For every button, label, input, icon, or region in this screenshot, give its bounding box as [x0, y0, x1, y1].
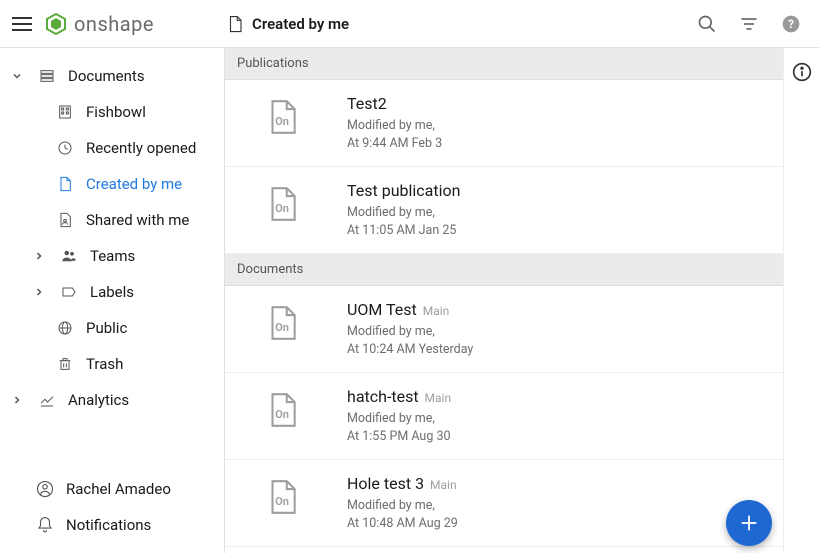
- document-thumbnail-icon: On: [237, 474, 327, 516]
- document-icon: [226, 15, 244, 33]
- clock-icon: [56, 140, 74, 156]
- item-meta: Modified by me, At 11:05 AM Jan 25: [347, 204, 771, 239]
- search-icon[interactable]: [697, 14, 717, 34]
- sidebar-item-notifications[interactable]: Notifications: [0, 507, 224, 543]
- svg-text:?: ?: [788, 17, 794, 31]
- svg-text:On: On: [275, 115, 289, 128]
- list-item[interactable]: On Dihedral test Main: [225, 547, 783, 553]
- teams-icon: [60, 247, 78, 265]
- sidebar-item-created-by-me[interactable]: Created by me: [0, 166, 224, 202]
- breadcrumb: Created by me: [226, 15, 349, 33]
- sidebar-item-teams[interactable]: Teams: [0, 238, 224, 274]
- details-rail: [783, 48, 819, 553]
- bell-icon: [36, 516, 54, 534]
- brand-name: onshape: [74, 12, 154, 36]
- svg-text:On: On: [275, 408, 289, 421]
- item-title: Test publication: [347, 181, 771, 200]
- list-item[interactable]: On Hole test 3 Main Modified by me, At 1…: [225, 460, 783, 547]
- documents-icon: [38, 68, 56, 84]
- document-icon: [56, 176, 74, 192]
- help-icon[interactable]: ?: [781, 14, 801, 34]
- chevron-down-icon: [8, 70, 26, 82]
- sidebar-label: Documents: [68, 67, 145, 85]
- user-name: Rachel Amadeo: [66, 480, 171, 498]
- chevron-right-icon: [30, 250, 48, 262]
- list-item[interactable]: On Test2 Modified by me, At 9:44 AM Feb …: [225, 80, 783, 167]
- section-header: Documents: [225, 254, 783, 286]
- analytics-icon: [38, 392, 56, 408]
- trash-icon: [56, 356, 74, 372]
- sidebar-label: Trash: [86, 355, 123, 373]
- create-button[interactable]: [726, 500, 772, 546]
- sidebar-item-analytics[interactable]: Analytics: [0, 382, 224, 418]
- shared-icon: [56, 212, 74, 228]
- document-thumbnail-icon: On: [237, 181, 327, 223]
- logo[interactable]: onshape: [44, 12, 154, 36]
- sidebar-item-fishbowl[interactable]: Fishbowl: [0, 94, 224, 130]
- sidebar-item-public[interactable]: Public: [0, 310, 224, 346]
- document-thumbnail-icon: On: [237, 387, 327, 429]
- svg-text:On: On: [275, 202, 289, 215]
- sidebar-label: Shared with me: [86, 211, 189, 229]
- document-thumbnail-icon: On: [237, 300, 327, 342]
- item-branch: Main: [423, 304, 450, 318]
- plus-icon: [738, 512, 760, 534]
- menu-icon[interactable]: [12, 13, 32, 35]
- list-item[interactable]: On hatch-test Main Modified by me, At 1:…: [225, 373, 783, 460]
- page-title: Created by me: [252, 15, 349, 33]
- label-icon: [60, 284, 78, 300]
- sidebar-label: Created by me: [86, 175, 182, 193]
- section-header: Publications: [225, 48, 783, 80]
- user-icon: [36, 480, 54, 498]
- sidebar-label: Labels: [90, 283, 134, 301]
- sidebar-label: Fishbowl: [86, 103, 146, 121]
- sidebar-item-trash[interactable]: Trash: [0, 346, 224, 382]
- svg-text:On: On: [275, 321, 289, 334]
- item-meta: Modified by me, At 10:24 AM Yesterday: [347, 323, 771, 358]
- item-meta: Modified by me, At 9:44 AM Feb 3: [347, 117, 771, 152]
- building-icon: [56, 104, 74, 120]
- item-branch: Main: [430, 478, 457, 492]
- document-list: Publications On Test2 Modified by me, At…: [225, 48, 783, 553]
- item-branch: Main: [425, 391, 452, 405]
- sort-icon[interactable]: [739, 14, 759, 34]
- sidebar-item-recent[interactable]: Recently opened: [0, 130, 224, 166]
- list-item[interactable]: On UOM Test Main Modified by me, At 10:2…: [225, 286, 783, 373]
- sidebar-item-labels[interactable]: Labels: [0, 274, 224, 310]
- sidebar-label: Teams: [90, 247, 135, 265]
- item-title: Test2: [347, 94, 771, 113]
- header: onshape Created by me ?: [0, 0, 819, 48]
- sidebar-item-user[interactable]: Rachel Amadeo: [0, 471, 224, 507]
- chevron-right-icon: [30, 286, 48, 298]
- svg-text:On: On: [275, 495, 289, 508]
- info-icon[interactable]: [792, 62, 812, 82]
- item-meta: Modified by me, At 10:48 AM Aug 29: [347, 497, 771, 532]
- item-title: Hole test 3 Main: [347, 474, 771, 493]
- sidebar-label: Analytics: [68, 391, 129, 409]
- sidebar-label: Recently opened: [86, 139, 196, 157]
- sidebar: Documents Fishbowl Recently opened Creat…: [0, 48, 225, 553]
- sidebar-item-documents[interactable]: Documents: [0, 58, 224, 94]
- onshape-logo-icon: [44, 12, 68, 36]
- item-meta: Modified by me, At 1:55 PM Aug 30: [347, 410, 771, 445]
- list-item[interactable]: On Test publication Modified by me, At 1…: [225, 167, 783, 254]
- sidebar-label: Notifications: [66, 516, 151, 534]
- item-title: UOM Test Main: [347, 300, 771, 319]
- sidebar-item-shared[interactable]: Shared with me: [0, 202, 224, 238]
- globe-icon: [56, 320, 74, 336]
- item-title: hatch-test Main: [347, 387, 771, 406]
- sidebar-label: Public: [86, 319, 127, 337]
- document-thumbnail-icon: On: [237, 94, 327, 136]
- chevron-right-icon: [8, 394, 26, 406]
